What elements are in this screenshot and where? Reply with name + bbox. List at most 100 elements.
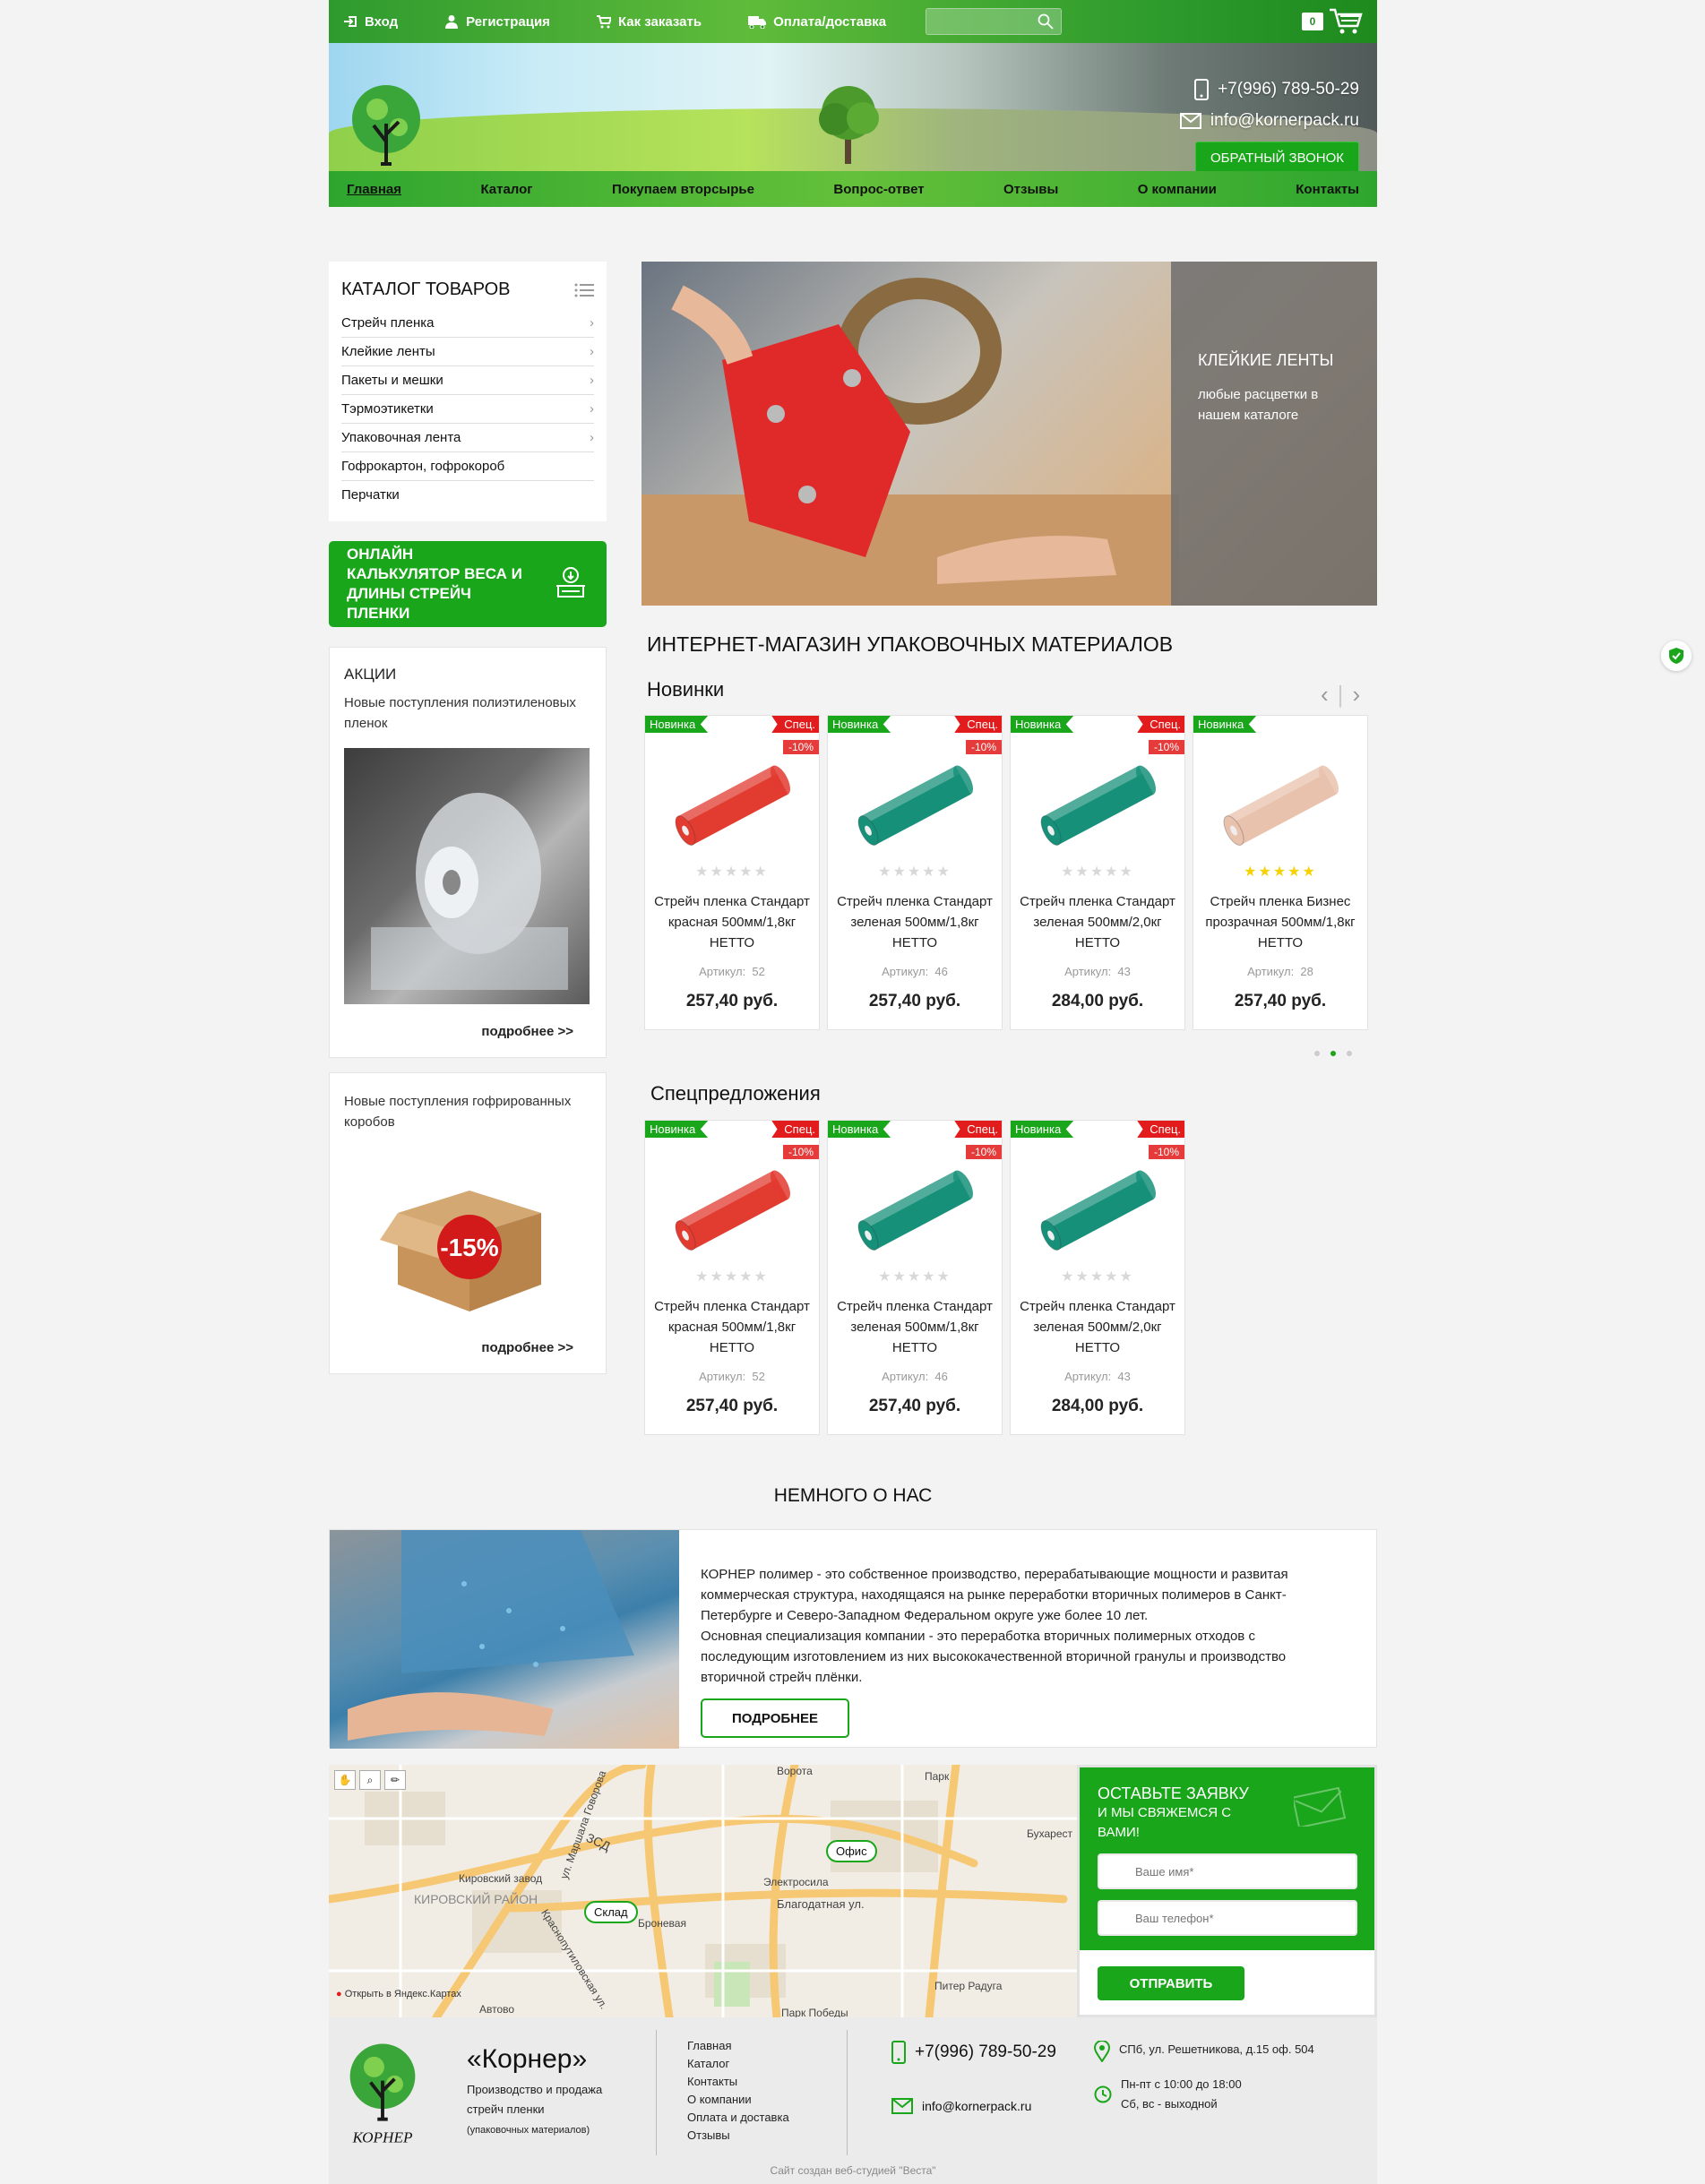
map-pin-warehouse[interactable]: Склад: [584, 1901, 638, 1923]
nav-home[interactable]: Главная: [347, 182, 401, 197]
new-products-title: Новинки: [647, 678, 725, 701]
catalog-item[interactable]: Тэрмоэтикетки ›: [341, 395, 594, 424]
carousel-dot[interactable]: [1314, 1051, 1320, 1056]
nav-faq[interactable]: Вопрос-ответ: [833, 182, 924, 197]
map-pin-icon: ●: [336, 1989, 342, 1999]
footer-link[interactable]: Оплата и доставка: [687, 2109, 789, 2127]
carousel-dot-active[interactable]: [1330, 1051, 1336, 1056]
name-field[interactable]: [1098, 1853, 1357, 1889]
rating-stars[interactable]: ★★★★★: [645, 1268, 819, 1285]
product-name[interactable]: Стрейч пленка Стандарт зеленая 500мм/1,8…: [835, 1296, 995, 1358]
catalog-item[interactable]: Стрейч пленка ›: [341, 309, 594, 338]
list-icon[interactable]: [574, 282, 594, 298]
calculator-button[interactable]: ОНЛАЙН КАЛЬКУЛЯТОР ВЕСА И ДЛИНЫ СТРЕЙЧ П…: [329, 541, 607, 627]
hero-banner[interactable]: КЛЕЙКИЕ ЛЕНТЫ любые расцветки в нашем ка…: [642, 262, 1377, 606]
map-district: КИРОВСКИЙ РАЙОН: [414, 1892, 538, 1906]
product-card[interactable]: Новинка Спец. -10% ★★★★★ Стрейч пленка Станд…: [827, 1120, 1003, 1435]
payment-link[interactable]: Оплата/доставка: [748, 14, 886, 30]
shield-icon[interactable]: [1661, 641, 1692, 671]
carousel-dot[interactable]: [1347, 1051, 1352, 1056]
how-to-order-link[interactable]: Как заказать: [596, 14, 702, 30]
film-roll-image: [1223, 765, 1339, 846]
footer-logo[interactable]: КОРНЕР: [343, 2035, 422, 2152]
footer-link[interactable]: Отзывы: [687, 2127, 789, 2145]
product-article: Артикул: 28: [1193, 965, 1367, 978]
product-name[interactable]: Стрейч пленка Стандарт красная 500мм/1,8…: [652, 891, 812, 953]
discount-badge: -10%: [1148, 1145, 1184, 1159]
article-label: Артикул:: [699, 1370, 746, 1383]
nav-contacts[interactable]: Контакты: [1296, 182, 1359, 197]
catalog-item[interactable]: Упаковочная лента ›: [341, 424, 594, 452]
box-image: -15%: [380, 1191, 541, 1311]
rating-stars[interactable]: ★★★★★: [1011, 1268, 1184, 1285]
product-card[interactable]: Новинка ★★★★★ Стрейч пленка Бизнес прозрач…: [1193, 715, 1368, 1030]
footer-link[interactable]: Каталог: [687, 2055, 789, 2073]
rating-stars[interactable]: ★★★★★: [828, 863, 1002, 881]
chevron-right-icon[interactable]: ›: [1352, 681, 1360, 709]
rating-stars[interactable]: ★★★★★: [828, 1268, 1002, 1285]
chevron-left-icon[interactable]: ‹: [1321, 681, 1329, 709]
cart-icon[interactable]: [1329, 7, 1363, 36]
phone-field[interactable]: [1098, 1900, 1357, 1936]
map-label: Электросила: [763, 1876, 829, 1888]
catalog-item[interactable]: Клейкие ленты ›: [341, 338, 594, 366]
map[interactable]: ✋ ⌕ ✏ Кировский завод Электросила Благод…: [329, 1765, 1377, 2017]
product-card[interactable]: Новинка Спец. -10% ★★★★★ Стрейч пленка Станд…: [644, 1120, 820, 1435]
catalog-item[interactable]: Пакеты и мешки ›: [341, 366, 594, 395]
about-image: [330, 1530, 679, 1749]
product-card[interactable]: Новинка Спец. -10% ★★★★★ Стрейч пленка Станд…: [644, 715, 820, 1030]
product-card[interactable]: Новинка Спец. -10% ★★★★★ Стрейч пленка Станд…: [1010, 715, 1185, 1030]
shield-glyph: [1669, 648, 1683, 664]
product-name[interactable]: Стрейч пленка Стандарт зеленая 500мм/2,0…: [1018, 891, 1177, 953]
ruler-icon[interactable]: ✏: [384, 1770, 406, 1790]
article-label: Артикул:: [699, 965, 746, 978]
product-name[interactable]: Стрейч пленка Стандарт красная 500мм/1,8…: [652, 1296, 812, 1358]
footer-phone[interactable]: +7(996) 789-50-29: [891, 2041, 1056, 2064]
header-phone[interactable]: +7(996) 789-50-29: [1180, 79, 1359, 100]
product-name[interactable]: Стрейч пленка Стандарт зеленая 500мм/2,0…: [1018, 1296, 1177, 1358]
discount-badge: -10%: [965, 740, 1002, 754]
footer-credit[interactable]: Сайт создан веб-студией "Веста": [329, 2164, 1377, 2177]
footer-address: СПб, ул. Решетникова, д.15 оф. 504: [1094, 2041, 1314, 2062]
footer-link[interactable]: О компании: [687, 2091, 789, 2109]
callback-button[interactable]: ОБРАТНЫЙ ЗВОНОК: [1194, 142, 1359, 175]
product-card[interactable]: Новинка Спец. -10% ★★★★★ Стрейч пленка Станд…: [827, 715, 1003, 1030]
nav-catalog[interactable]: Каталог: [480, 182, 532, 197]
nav-recycling[interactable]: Покупаем вторсырье: [612, 182, 754, 197]
footer-email[interactable]: info@kornerpack.ru: [891, 2098, 1031, 2114]
about-more-button[interactable]: ПОДРОБНЕЕ: [701, 1698, 849, 1738]
rating-stars[interactable]: ★★★★★: [645, 863, 819, 881]
new-badge: Новинка: [1011, 1121, 1074, 1138]
promo-image-films[interactable]: [344, 748, 590, 1004]
search-icon[interactable]: [1038, 13, 1054, 30]
footer-link[interactable]: Контакты: [687, 2073, 789, 2091]
rating-stars[interactable]: ★★★★★: [1011, 863, 1184, 881]
footer-link[interactable]: Главная: [687, 2037, 789, 2055]
yandex-map-link[interactable]: ● Открыть в Яндекс.Картах: [336, 1989, 461, 1999]
location-icon: [1094, 2041, 1110, 2062]
promo-more-link[interactable]: подробнее >>: [344, 1024, 591, 1039]
nav-reviews[interactable]: Отзывы: [1003, 182, 1058, 197]
catalog-item[interactable]: Гофрокартон, гофрокороб: [341, 452, 594, 481]
product-name[interactable]: Стрейч пленка Бизнес прозрачная 500мм/1,…: [1201, 891, 1360, 953]
nav-about[interactable]: О компании: [1138, 182, 1217, 197]
rating-stars[interactable]: ★★★★★: [1193, 863, 1367, 881]
hand-icon[interactable]: ✋: [334, 1770, 356, 1790]
zoom-icon[interactable]: ⌕: [359, 1770, 381, 1790]
promo-image-boxes[interactable]: -15%: [344, 1150, 591, 1320]
register-link[interactable]: Регистрация: [444, 14, 550, 30]
calculator-icon: [556, 567, 585, 598]
cart-button[interactable]: 0: [1302, 7, 1363, 36]
product-name[interactable]: Стрейч пленка Стандарт зеленая 500мм/1,8…: [835, 891, 995, 953]
catalog-item[interactable]: Перчатки: [341, 481, 594, 509]
new-badge: Новинка: [1193, 716, 1257, 733]
film-rolls-image: [371, 793, 568, 990]
product-card[interactable]: Новинка Спец. -10% ★★★★★ Стрейч пленка Станд…: [1010, 1120, 1185, 1435]
header-email[interactable]: info@kornerpack.ru: [1179, 111, 1359, 131]
submit-button[interactable]: ОТПРАВИТЬ: [1098, 1966, 1244, 2000]
map-pin-office[interactable]: Офис: [826, 1840, 877, 1862]
catalog-title: КАТАЛОГ ТОВАРОВ: [341, 279, 511, 299]
promo-more-link[interactable]: подробнее >>: [344, 1340, 591, 1355]
search-input[interactable]: [926, 8, 1063, 35]
login-link[interactable]: Вход: [343, 14, 398, 30]
